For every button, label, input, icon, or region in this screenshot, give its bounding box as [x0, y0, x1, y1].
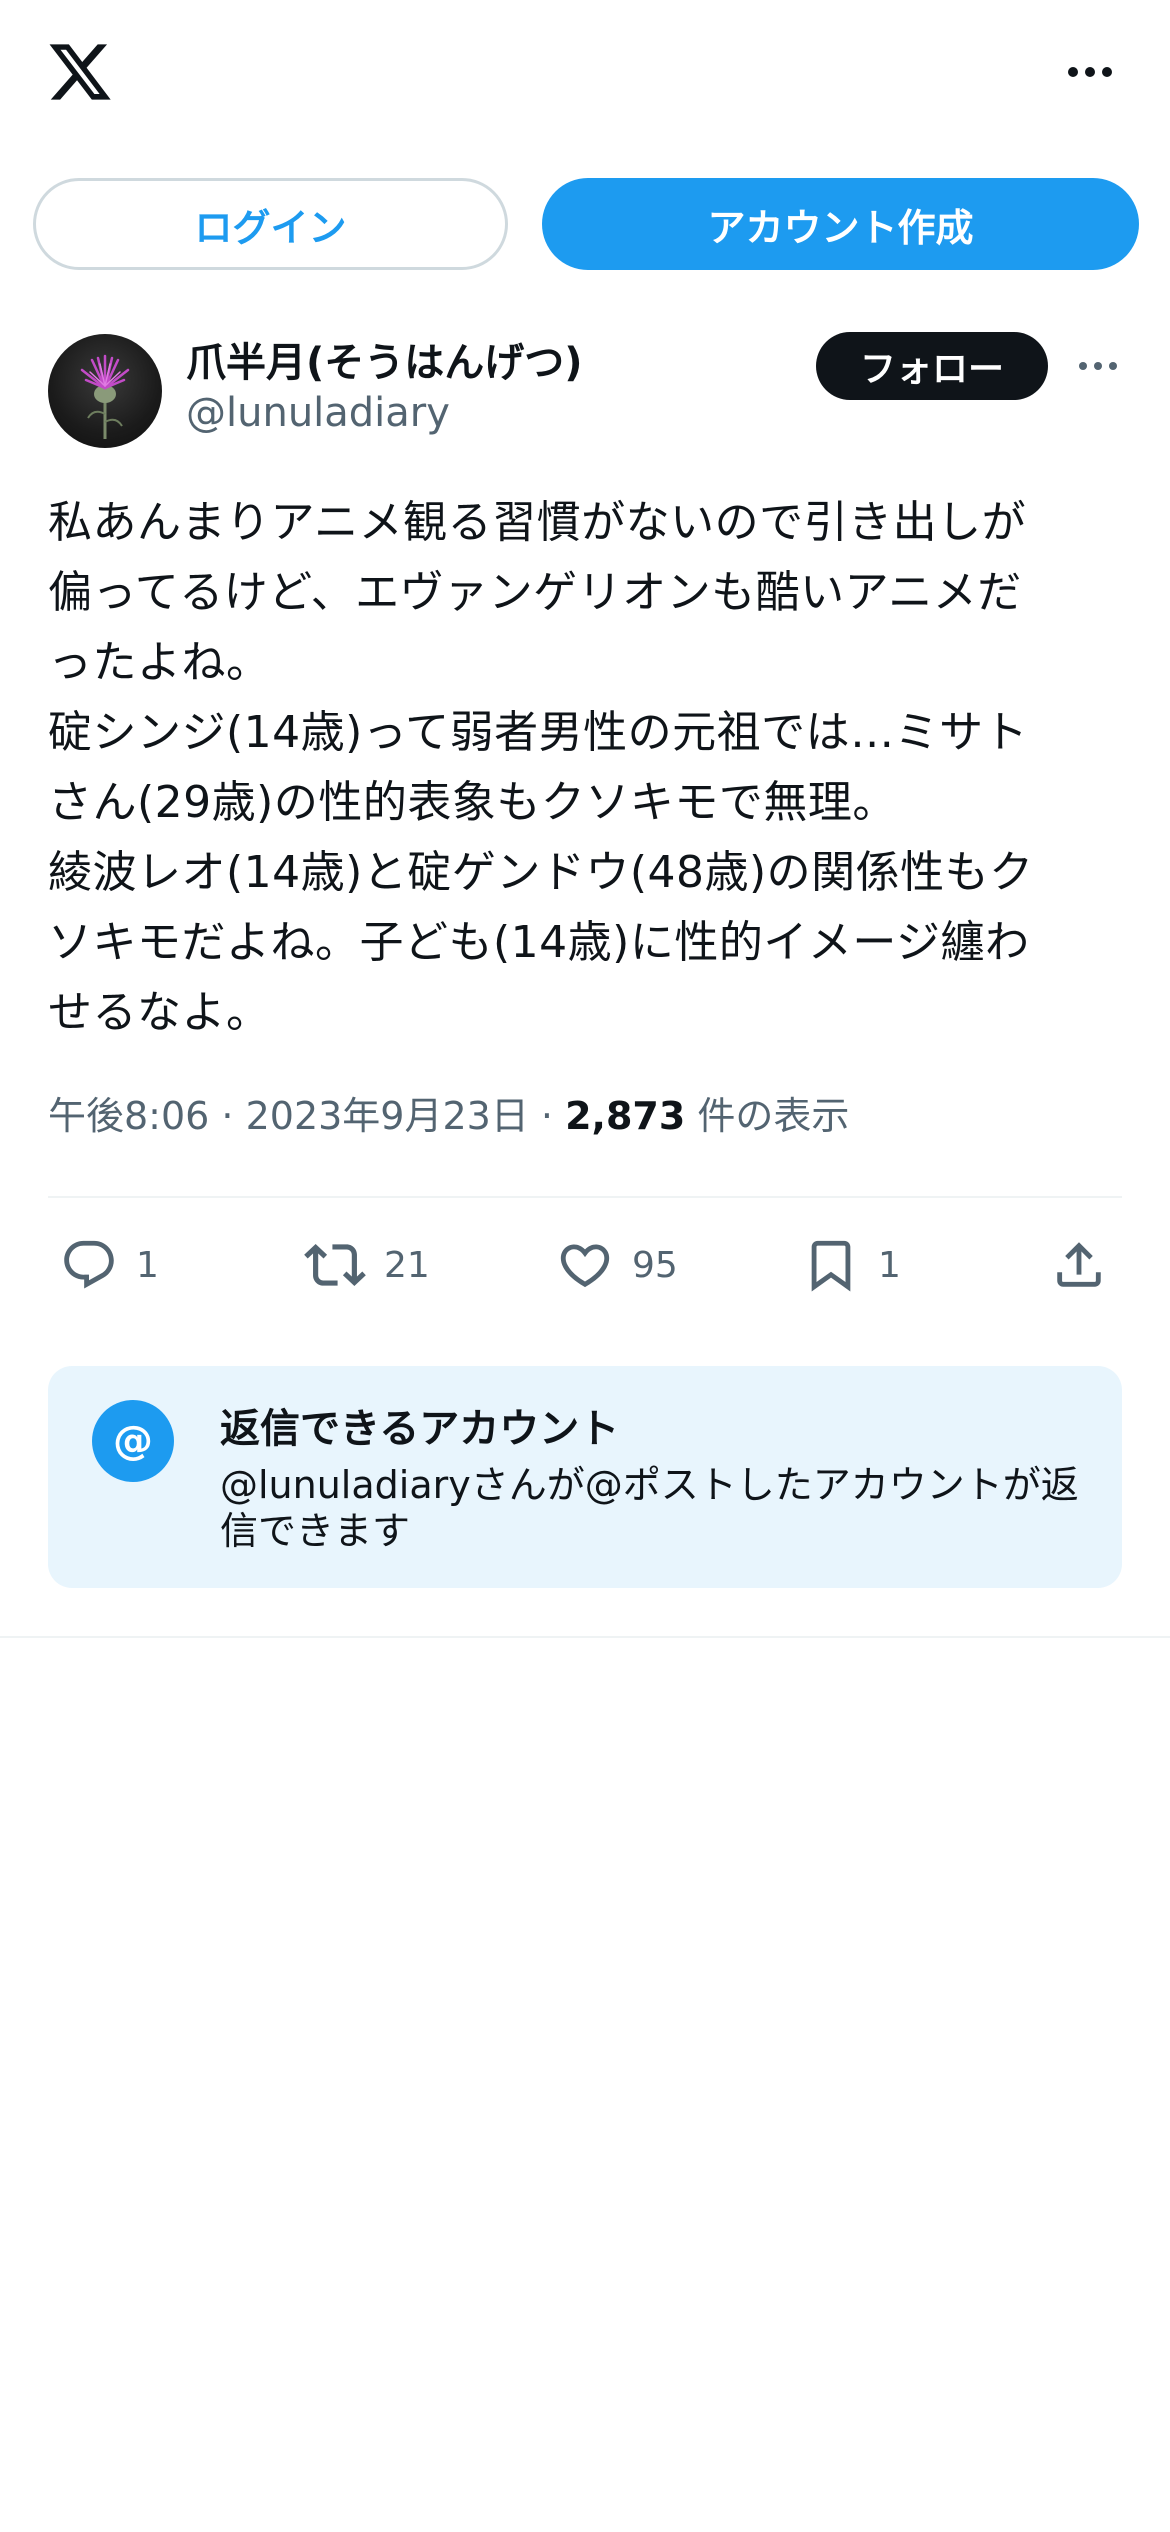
retweet-icon	[304, 1244, 366, 1286]
thistle-flower-avatar	[80, 354, 130, 439]
tweet-actions: 1 21 95 1	[0, 1225, 1170, 1305]
reply-count: 1	[136, 1244, 159, 1286]
login-button[interactable]: ログイン	[33, 178, 508, 270]
views-count[interactable]: 2,873	[565, 1094, 685, 1138]
retweet-count: 21	[384, 1244, 430, 1286]
tweet-time[interactable]: 午後8:06	[48, 1094, 209, 1138]
author-display-name[interactable]: 爪半月(そうはんげつ)	[186, 330, 583, 388]
avatar[interactable]	[48, 334, 162, 448]
bookmark-count: 1	[878, 1244, 901, 1286]
share-icon	[1057, 1242, 1101, 1287]
meta-separator: ·	[528, 1094, 566, 1138]
tweet-text: 私あんまりアニメ観る習慣がないので引き出しが 偏ってるけど、エヴァンゲリオンも酷…	[48, 497, 1034, 1038]
tweet-date[interactable]: 2023年9月23日	[246, 1094, 529, 1138]
more-horizontal-icon[interactable]	[1060, 52, 1120, 92]
bookmark-button[interactable]: 1	[802, 1225, 901, 1305]
divider	[0, 1636, 1170, 1638]
like-count: 95	[632, 1244, 678, 1286]
tweet-meta: 午後8:06 · 2023年9月23日 · 2,873 件の表示	[48, 1085, 849, 1140]
heart-icon	[560, 1244, 610, 1288]
follow-button[interactable]: フォロー	[816, 332, 1048, 400]
meta-separator: ·	[209, 1094, 246, 1138]
reply-restriction-description: @lunuladiaryさんが@ポストしたアカウントが返信できます	[220, 1463, 1079, 1553]
retweet-button[interactable]: 21	[304, 1225, 430, 1305]
reply-restriction-notice: @ 返信できるアカウント @lunuladiaryさんが@ポストしたアカウントが…	[48, 1366, 1122, 1588]
reply-restriction-title: 返信できるアカウント	[220, 1406, 620, 1452]
divider	[48, 1196, 1122, 1198]
bookmark-icon	[811, 1240, 851, 1292]
reply-button[interactable]: 1	[60, 1225, 159, 1305]
share-button[interactable]	[1050, 1225, 1108, 1305]
reply-icon	[64, 1240, 114, 1289]
tweet-author: 爪半月(そうはんげつ) @lunuladiary フォロー	[0, 330, 1170, 460]
at-sign-icon: @	[92, 1400, 174, 1482]
author-handle[interactable]: @lunuladiary	[186, 390, 450, 436]
views-label: 件の表示	[685, 1094, 850, 1138]
auth-buttons: ログイン アカウント作成	[0, 178, 1170, 274]
x-logo-icon[interactable]	[46, 38, 114, 106]
like-button[interactable]: 95	[556, 1225, 678, 1305]
top-bar	[0, 0, 1170, 150]
more-horizontal-icon[interactable]	[1070, 346, 1126, 386]
create-account-button[interactable]: アカウント作成	[542, 178, 1139, 270]
